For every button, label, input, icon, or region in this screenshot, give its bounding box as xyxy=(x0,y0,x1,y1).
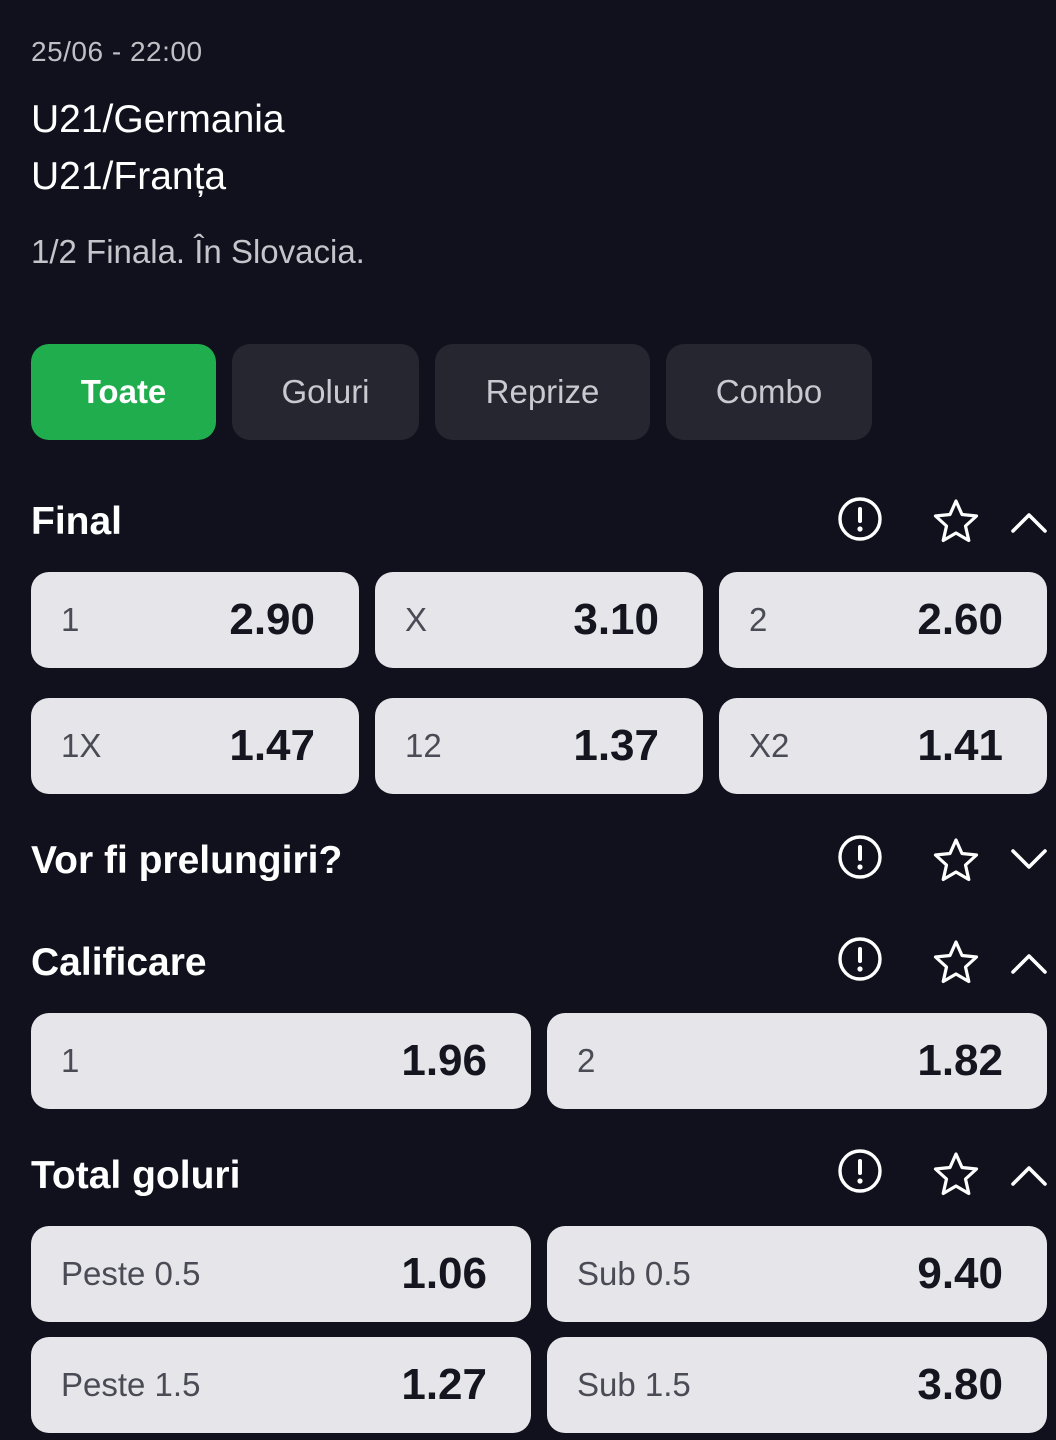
market-title-final: Final xyxy=(31,500,123,543)
odd-label: Sub 1.5 xyxy=(577,1366,691,1403)
chevron-up-icon[interactable] xyxy=(1002,1149,1056,1203)
odd-button-final-x[interactable]: X 3.10 xyxy=(375,572,703,668)
odd-label: 2 xyxy=(749,601,768,638)
odd-value: 3.10 xyxy=(573,595,659,644)
match-page: 25/06 - 22:00 U21/Germania U21/Franța 1/… xyxy=(0,0,1056,1440)
odd-button-calificare-2[interactable]: 2 1.82 xyxy=(547,1013,1047,1109)
odd-label: 1 xyxy=(61,601,80,638)
away-team-name: U21/Franța xyxy=(31,155,227,198)
odd-button-peste-0-5[interactable]: Peste 0.5 1.06 xyxy=(31,1226,531,1322)
odd-value: 1.82 xyxy=(917,1036,1003,1085)
odd-value: 1.27 xyxy=(401,1360,487,1409)
home-team-name: U21/Germania xyxy=(31,98,285,141)
info-icon[interactable] xyxy=(833,932,887,986)
odd-button-final-12[interactable]: 12 1.37 xyxy=(375,698,703,794)
star-icon[interactable] xyxy=(929,833,983,887)
chevron-down-icon[interactable] xyxy=(1002,832,1056,886)
market-title-calificare: Calificare xyxy=(31,941,207,984)
odd-label: Sub 0.5 xyxy=(577,1255,691,1292)
tab-combo[interactable]: Combo xyxy=(666,344,872,440)
tab-reprize[interactable]: Reprize xyxy=(435,344,650,440)
odd-value: 9.40 xyxy=(917,1249,1003,1298)
odd-button-final-1[interactable]: 1 2.90 xyxy=(31,572,359,668)
odd-value: 1.06 xyxy=(401,1249,487,1298)
odd-label: 1X xyxy=(61,727,102,764)
chevron-up-icon[interactable] xyxy=(1002,496,1056,550)
info-icon[interactable] xyxy=(833,830,887,884)
odd-button-sub-0-5[interactable]: Sub 0.5 9.40 xyxy=(547,1226,1047,1322)
odd-button-final-1x[interactable]: 1X 1.47 xyxy=(31,698,359,794)
odd-value: 2.90 xyxy=(229,595,315,644)
market-filter-tabs: Toate Goluri Reprize Combo xyxy=(0,344,1056,440)
odd-label: 12 xyxy=(405,727,442,764)
tab-goluri[interactable]: Goluri xyxy=(232,344,419,440)
odd-label: Peste 1.5 xyxy=(61,1366,201,1403)
match-datetime: 25/06 - 22:00 xyxy=(31,36,203,67)
odd-button-calificare-1[interactable]: 1 1.96 xyxy=(31,1013,531,1109)
info-icon[interactable] xyxy=(833,1144,887,1198)
chevron-up-icon[interactable] xyxy=(1002,937,1056,991)
odd-value: 1.47 xyxy=(229,721,315,770)
odd-label: Peste 0.5 xyxy=(61,1255,201,1292)
odd-value: 2.60 xyxy=(917,595,1003,644)
star-icon[interactable] xyxy=(929,1147,983,1201)
odd-label: X2 xyxy=(749,727,790,764)
star-icon[interactable] xyxy=(929,494,983,548)
odd-label: 1 xyxy=(61,1042,80,1079)
market-title-total-goluri: Total goluri xyxy=(31,1154,241,1197)
match-info: 1/2 Finala. În Slovacia. xyxy=(31,233,365,270)
odd-value: 1.37 xyxy=(573,721,659,770)
odd-button-final-2[interactable]: 2 2.60 xyxy=(719,572,1047,668)
odd-button-final-x2[interactable]: X2 1.41 xyxy=(719,698,1047,794)
tab-toate[interactable]: Toate xyxy=(31,344,216,440)
odd-button-peste-1-5[interactable]: Peste 1.5 1.27 xyxy=(31,1337,531,1433)
odd-label: 2 xyxy=(577,1042,596,1079)
market-title-prelungiri: Vor fi prelungiri? xyxy=(31,839,343,882)
info-icon[interactable] xyxy=(833,492,887,546)
odd-value: 1.96 xyxy=(401,1036,487,1085)
star-icon[interactable] xyxy=(929,935,983,989)
odd-button-sub-1-5[interactable]: Sub 1.5 3.80 xyxy=(547,1337,1047,1433)
odd-value: 1.41 xyxy=(917,721,1003,770)
odd-label: X xyxy=(405,601,428,638)
odd-value: 3.80 xyxy=(917,1360,1003,1409)
